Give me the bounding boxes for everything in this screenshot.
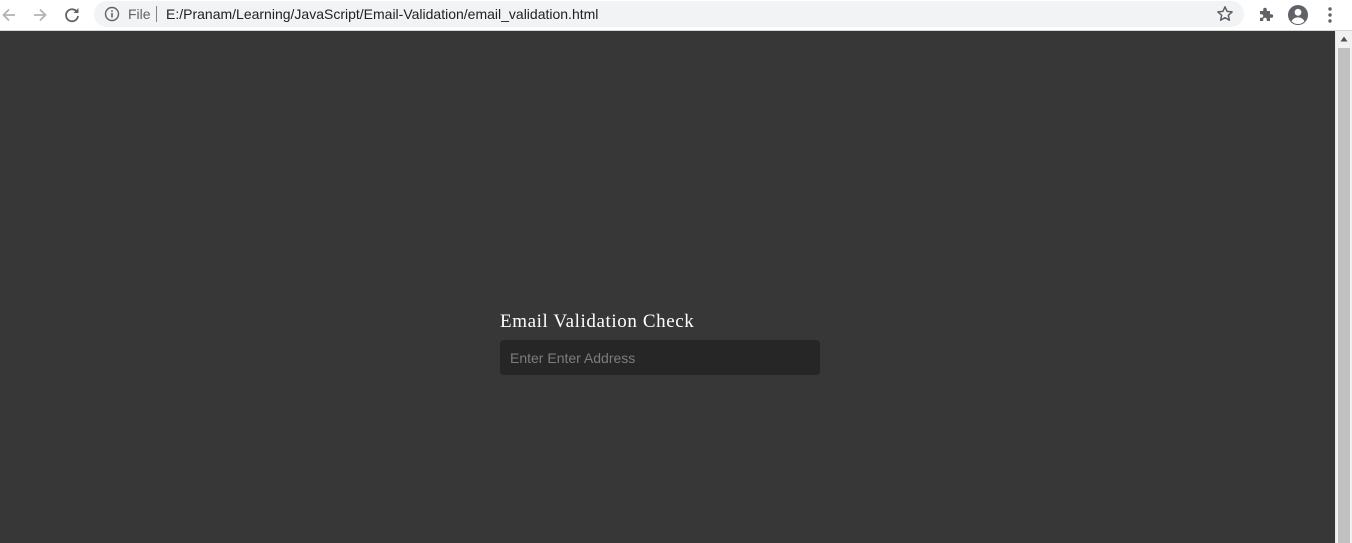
star-icon[interactable] xyxy=(1215,4,1235,24)
triangle-up-icon xyxy=(1340,36,1348,42)
browser-menu-button[interactable] xyxy=(1318,3,1342,27)
vertical-scrollbar[interactable] xyxy=(1335,31,1352,543)
arrow-right-icon xyxy=(34,8,47,22)
kebab-menu-icon xyxy=(1328,7,1332,23)
arrow-left-icon xyxy=(2,8,15,22)
email-input[interactable] xyxy=(500,340,820,375)
address-bar[interactable]: File E:/Pranam/Learning/JavaScript/Email… xyxy=(94,1,1244,27)
page-title: Email Validation Check xyxy=(500,311,695,332)
address-divider xyxy=(156,6,157,22)
puzzle-icon xyxy=(1260,7,1274,22)
scroll-up-button[interactable] xyxy=(1336,31,1352,47)
back-button[interactable] xyxy=(0,3,21,27)
profile-button[interactable] xyxy=(1286,3,1310,27)
url-text[interactable]: E:/Pranam/Learning/JavaScript/Email-Vali… xyxy=(166,6,598,22)
info-icon[interactable] xyxy=(104,6,120,22)
page-viewport xyxy=(0,31,1335,543)
forward-button[interactable] xyxy=(28,3,52,27)
account-circle-icon xyxy=(1288,5,1308,25)
scheme-label: File xyxy=(128,6,151,22)
reload-button[interactable] xyxy=(60,3,84,27)
scrollbar-thumb[interactable] xyxy=(1338,48,1350,543)
email-validation-form: Email Validation Check xyxy=(500,310,822,375)
reload-icon xyxy=(65,8,79,23)
browser-toolbar: File E:/Pranam/Learning/JavaScript/Email… xyxy=(0,0,1352,31)
extensions-button[interactable] xyxy=(1254,3,1278,27)
